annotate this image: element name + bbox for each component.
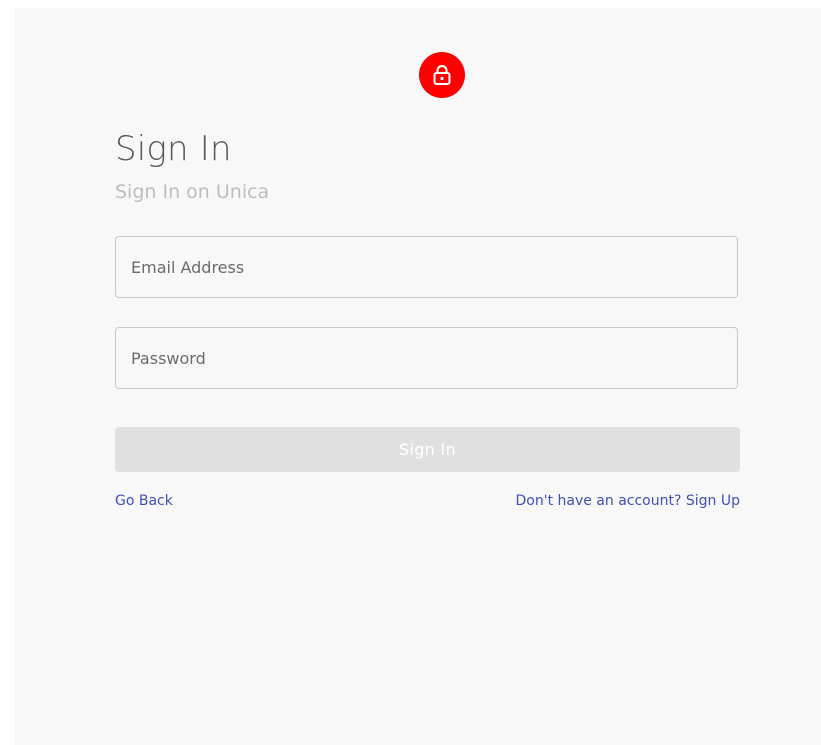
password-input[interactable] <box>116 328 737 388</box>
go-back-link[interactable]: Go Back <box>115 491 173 511</box>
lock-icon <box>433 65 451 85</box>
email-input[interactable] <box>116 237 737 297</box>
sign-in-button[interactable]: Sign In <box>115 427 740 472</box>
page-subtitle: Sign In on Unica <box>115 181 270 203</box>
sign-up-link[interactable]: Don't have an account? Sign Up <box>516 491 741 511</box>
password-field <box>115 327 738 389</box>
signin-page: Sign In Sign In on Unica Sign In Go Back… <box>15 8 821 745</box>
lock-avatar <box>419 52 465 98</box>
page-title: Sign In <box>115 129 232 169</box>
email-field <box>115 236 738 298</box>
